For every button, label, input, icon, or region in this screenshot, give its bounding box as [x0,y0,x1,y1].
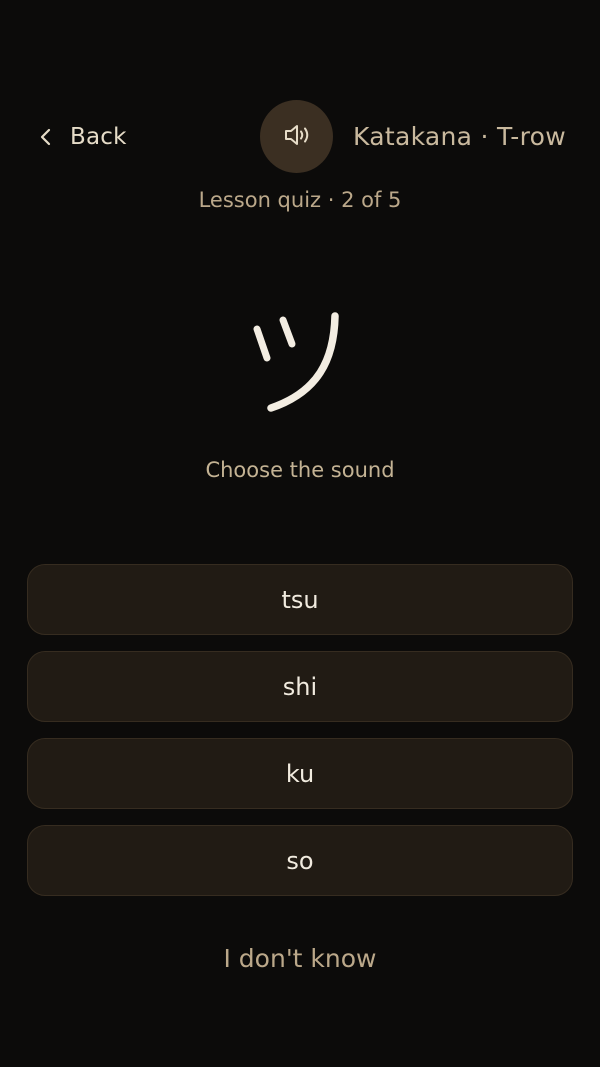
play-sound-button[interactable] [260,100,333,173]
chevron-left-icon [36,127,56,147]
answer-option-shi[interactable]: shi [27,651,573,722]
back-label: Back [70,124,127,150]
kana-tsu-glyph [253,312,339,412]
answer-options: tsu shi ku so [27,564,573,912]
lesson-title: Katakana · T-row [352,122,566,151]
quiz-progress: Lesson quiz · 2 of 5 [198,188,402,212]
answer-option-ku[interactable]: ku [27,738,573,809]
dont-know-button[interactable]: I don't know [0,944,600,973]
speaker-icon [281,119,313,155]
answer-option-so[interactable]: so [27,825,573,896]
quiz-prompt: Choose the sound [205,458,395,482]
answer-option-tsu[interactable]: tsu [27,564,573,635]
kana-character [0,282,600,422]
back-button[interactable]: Back [36,118,127,156]
